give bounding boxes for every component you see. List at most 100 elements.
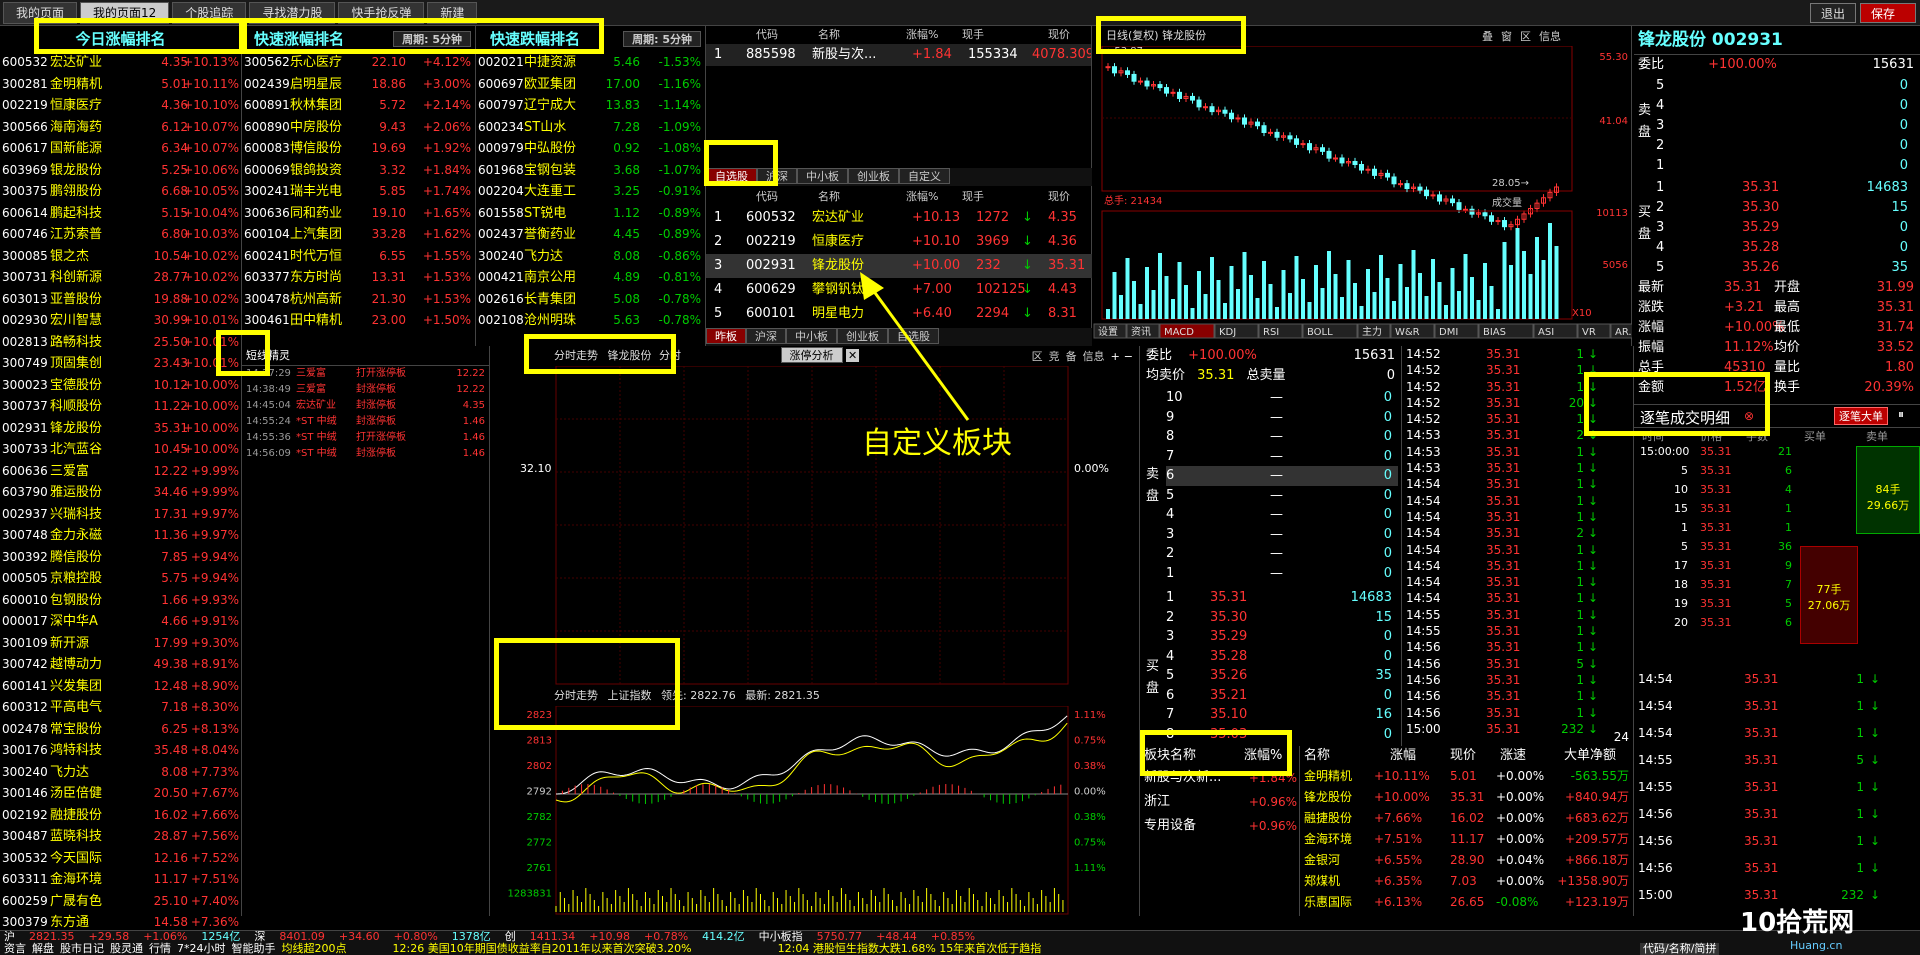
rank-row[interactable]: 002478 常宝股份 6.25 +8.13% xyxy=(0,719,241,741)
rank-row[interactable]: 300737 科顺股份 11.22 +10.00% xyxy=(0,396,241,418)
rank-row[interactable]: 600259 广晟有色 25.10 +7.40% xyxy=(0,891,241,913)
rank-row[interactable]: 300392 腾信股份 7.85 +9.94% xyxy=(0,547,241,569)
fast_down-row[interactable]: 002108沧州明珠 5.63 -0.78% xyxy=(476,310,705,332)
rank-row[interactable]: 300281 金明精机 5.01 +10.11% xyxy=(0,74,241,96)
zixuan-row[interactable]: 2 002219 恒康医疗 +10.10 3969 4.36 ↓ xyxy=(706,230,1092,254)
fenshi-icon-0[interactable]: 区 xyxy=(1032,350,1043,363)
rank-row[interactable]: 300085 银之杰 10.54 +10.02% xyxy=(0,246,241,268)
rank-row[interactable]: 300176 鸿特科技 35.48 +8.04% xyxy=(0,740,241,762)
rank-row[interactable]: 300748 金力永磁 11.36 +9.97% xyxy=(0,525,241,547)
fast_down-row[interactable]: 300240飞力达 8.08 -0.86% xyxy=(476,246,705,268)
fenshi-icon-3[interactable]: 信息 xyxy=(1083,350,1105,363)
bottom-tab-2[interactable]: 中小板 xyxy=(786,328,837,344)
order-sell-row[interactable]: 7 — 0 xyxy=(1166,447,1398,467)
status-btn-6[interactable]: 智能助手 xyxy=(232,943,276,955)
right-buy-row[interactable]: 3 35.29 0 xyxy=(1656,218,1916,238)
right-sell-row[interactable]: 30 xyxy=(1656,116,1916,136)
kline-icon-0[interactable]: 叠 xyxy=(1482,30,1493,43)
tab-1[interactable]: 我的页面12 xyxy=(80,1,170,24)
fast_down-row[interactable]: 601558ST锐电 1.12 -0.89% xyxy=(476,203,705,225)
fast_up-row[interactable]: 600083博信股份 19.69 +1.92% xyxy=(242,138,475,160)
fast_up-row[interactable]: 300478杭州高新 21.30 +1.53% xyxy=(242,289,475,311)
fast_up-row[interactable]: 603377东方时尚 13.31 +1.53% xyxy=(242,267,475,289)
exit-button[interactable]: 退出 xyxy=(1810,3,1857,23)
save-button[interactable]: 保存 xyxy=(1860,3,1916,23)
zixuan-row[interactable]: 1 600532 宏达矿业 +10.13 1272 4.35 ↓ xyxy=(706,206,1092,230)
tab-5[interactable]: 新建 xyxy=(427,1,478,24)
zixuan-tab-3[interactable]: 创业板 xyxy=(848,168,899,184)
rank-row[interactable]: 600010 包钢股份 1.66 +9.93% xyxy=(0,590,241,612)
rank-row[interactable]: 000017 深中华A 4.66 +9.91% xyxy=(0,611,241,633)
rank-row[interactable]: 600532 宏达矿业 4.35 +10.13% xyxy=(0,52,241,74)
sprite-row[interactable]: 14:45:04 宏达矿业 封涨停板 4.35 xyxy=(242,398,489,414)
fast_down-row[interactable]: 000421南京公用 4.89 -0.81% xyxy=(476,267,705,289)
rank-row[interactable]: 002930 宏川智慧 30.99 +10.01% xyxy=(0,310,241,332)
rank-row[interactable]: 000505 京粮控股 5.75 +9.94% xyxy=(0,568,241,590)
status-btn-0[interactable]: 资言 xyxy=(4,943,26,955)
fast-up-period[interactable]: 周期: 5分钟 xyxy=(393,31,471,47)
fast_up-row[interactable]: 002439启明星辰 18.86 +3.00% xyxy=(242,74,475,96)
status-btn-2[interactable]: 股市日记 xyxy=(60,943,104,955)
detail-close-icon[interactable]: ⊗ xyxy=(1744,409,1754,423)
status-btn-5[interactable]: 7*24小时 xyxy=(177,943,226,955)
zixuan-tab-0[interactable]: 自选股 xyxy=(706,168,757,184)
right-sell-row[interactable]: 40 xyxy=(1656,96,1916,116)
order-buy-row[interactable]: 1 35.31 14683 xyxy=(1166,588,1398,608)
sector-row[interactable]: 新股与次新... +1.84% xyxy=(1140,766,1299,790)
tab-0[interactable]: 我的页面 xyxy=(3,1,78,24)
rank-row[interactable]: 300733 北汽蓝谷 10.45 +10.00% xyxy=(0,439,241,461)
status-news3[interactable]: 12:04 港股恒生指数大跌1.68% 15年来首次低于趋指 xyxy=(778,943,1042,955)
sprite-title[interactable]: 短线精灵 xyxy=(242,346,489,366)
zixuan-tab-4[interactable]: 自定义 xyxy=(899,168,950,184)
rank-row[interactable]: 300109 新开源 17.99 +9.30% xyxy=(0,633,241,655)
kline-icon-1[interactable]: 窗 xyxy=(1501,30,1512,43)
fast_up-row[interactable]: 300461田中精机 23.00 +1.50% xyxy=(242,310,475,332)
sprite-row[interactable]: 14:55:24 *ST 中绒 封涨停板 1.46 xyxy=(242,414,489,430)
rank-row[interactable]: 300566 海南海药 6.12 +10.07% xyxy=(0,117,241,139)
rank-row[interactable]: 002192 融捷股份 16.02 +7.66% xyxy=(0,805,241,827)
fast_up-row[interactable]: 300241瑞丰光电 5.85 +1.74% xyxy=(242,181,475,203)
zhangting-tab[interactable]: 涨停分析 xyxy=(780,347,843,363)
fast_up-row[interactable]: 300562乐心医疗 22.10 +4.12% xyxy=(242,52,475,74)
order-buy-row[interactable]: 8 35.03 0 xyxy=(1166,725,1398,745)
right-buy-row[interactable]: 1 35.31 14683 xyxy=(1656,178,1916,198)
rank-row[interactable]: 600141 兴发集团 12.48 +8.90% xyxy=(0,676,241,698)
fast_down-row[interactable]: 002204大连重工 3.25 -0.91% xyxy=(476,181,705,203)
rank-row[interactable]: 300240 飞力达 8.08 +7.73% xyxy=(0,762,241,784)
right-sell-row[interactable]: 10 xyxy=(1656,156,1916,176)
fast_down-row[interactable]: 600697欧亚集团 17.00 -1.16% xyxy=(476,74,705,96)
sector-row[interactable]: 专用设备 +0.96% xyxy=(1140,814,1299,838)
order-sell-row[interactable]: 5 — 0 xyxy=(1166,486,1398,506)
rank-row[interactable]: 300742 越博动力 49.38 +8.91% xyxy=(0,654,241,676)
rank-row[interactable]: 300487 蓝晓科技 28.87 +7.56% xyxy=(0,826,241,848)
rank-row[interactable]: 603311 金海环境 11.17 +7.51% xyxy=(0,869,241,891)
sprite-row[interactable]: 14:55:36 *ST 中绒 打开涨停板 1.46 xyxy=(242,430,489,446)
rank-row[interactable]: 002813 路畅科技 25.50 +10.01% xyxy=(0,332,241,354)
order-buy-row[interactable]: 4 35.28 0 xyxy=(1166,647,1398,667)
fast_up-row[interactable]: 600104上汽集团 33.28 +1.62% xyxy=(242,224,475,246)
rank-row[interactable]: 002219 恒康医疗 4.36 +10.10% xyxy=(0,95,241,117)
order-buy-row[interactable]: 6 35.21 0 xyxy=(1166,686,1398,706)
fast_up-row[interactable]: 600069银鸽投资 3.32 +1.84% xyxy=(242,160,475,182)
sector-stock-row[interactable]: 锋龙股份 +10.00% 35.31 +0.00% +840.94万 xyxy=(1300,787,1633,808)
fast-up-title[interactable]: 快速涨幅排名 周期: 5分钟 xyxy=(242,26,475,52)
fenshi-chart[interactable]: 32.10 0.00% xyxy=(490,366,1140,686)
big-order-button[interactable]: 逐笔大单 xyxy=(1834,407,1888,425)
rank-row[interactable]: 300532 今天国际 12.16 +7.52% xyxy=(0,848,241,870)
bottom-tab-1[interactable]: 沪深 xyxy=(746,328,786,344)
sector-stock-row[interactable]: 金海环境 +7.51% 11.17 +0.00% +209.57万 xyxy=(1300,829,1633,850)
quote-top-row[interactable]: 1 885598 新股与次... +1.84 155334 4078.309 xyxy=(706,44,1091,66)
index-title[interactable]: 分时走势 xyxy=(554,689,598,702)
order-buy-row[interactable]: 5 35.26 35 xyxy=(1166,666,1398,686)
status-news2[interactable]: 12:26 美国10年期国债收益率自2011年以来首次突破3.20% xyxy=(393,943,692,955)
sprite-row[interactable]: 14:56:09 *ST 中绒 封涨停板 1.46 xyxy=(242,446,489,462)
rank-row[interactable]: 603013 亚普股份 19.88 +10.02% xyxy=(0,289,241,311)
minus-icon[interactable]: − xyxy=(1124,350,1133,363)
sector-stock-row[interactable]: 金银河 +6.55% 28.90 +0.04% +866.18万 xyxy=(1300,850,1633,871)
fast_down-row[interactable]: 601968宝钢包装 3.68 -1.07% xyxy=(476,160,705,182)
fast_down-row[interactable]: 002437誉衡药业 4.45 -0.89% xyxy=(476,224,705,246)
tab-4[interactable]: 快手抢反弹 xyxy=(338,1,425,24)
fast_down-row[interactable]: 002616长青集团 5.08 -0.78% xyxy=(476,289,705,311)
order-buy-row[interactable]: 7 35.10 16 xyxy=(1166,705,1398,725)
fast_down-row[interactable]: 600234ST山水 7.28 -1.09% xyxy=(476,117,705,139)
